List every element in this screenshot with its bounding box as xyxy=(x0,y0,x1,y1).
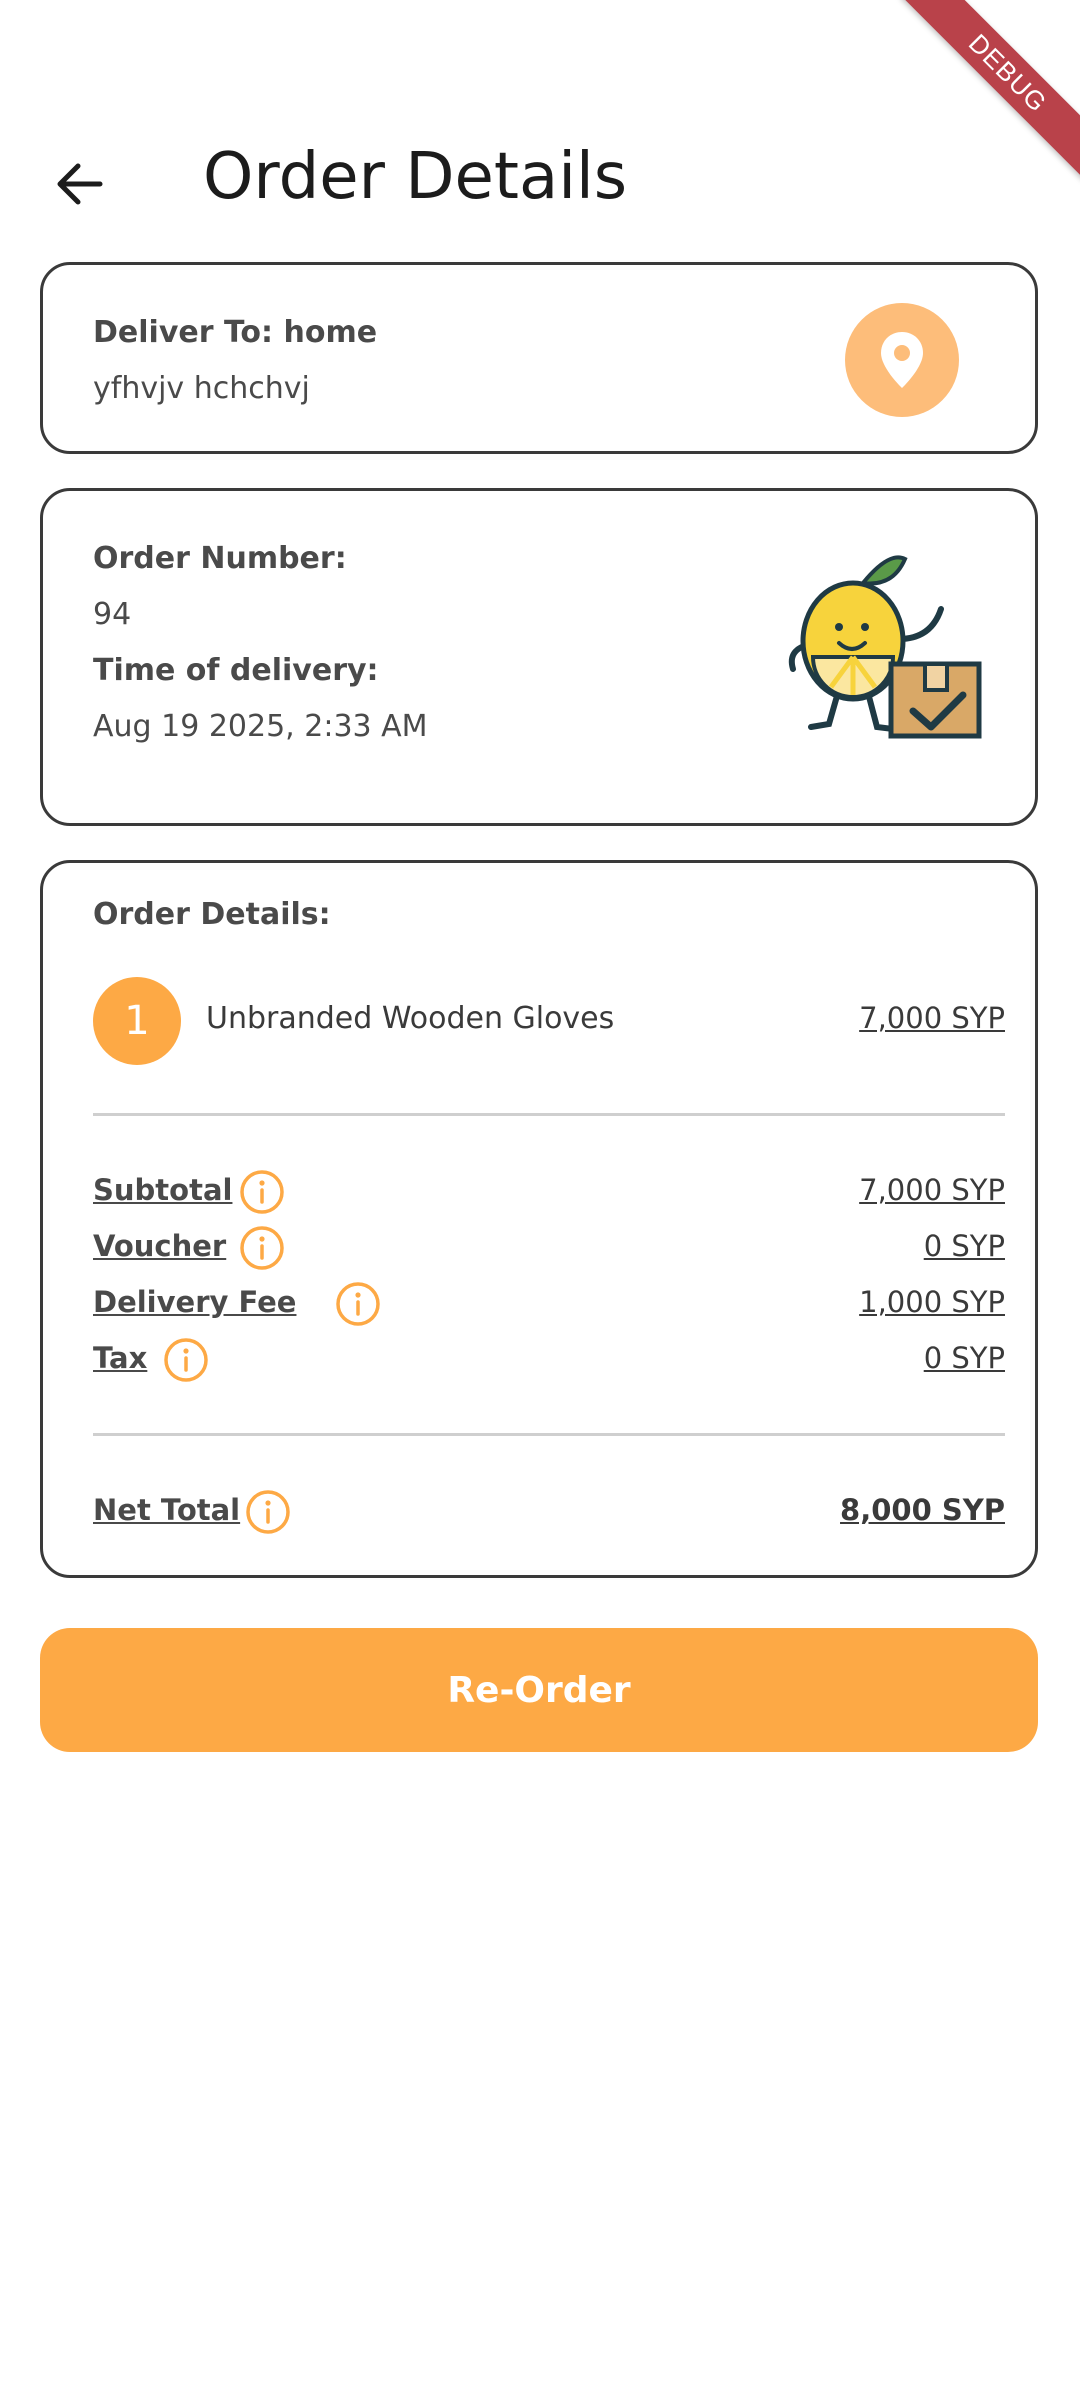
divider xyxy=(93,1113,1005,1116)
back-button[interactable] xyxy=(40,144,120,224)
tax-value: 0 SYP xyxy=(923,1341,1005,1375)
delivery-fee-info-button[interactable] xyxy=(335,1281,381,1327)
net-total-value: 8,000 SYP xyxy=(840,1493,1005,1527)
delivery-fee-value: 1,000 SYP xyxy=(859,1285,1005,1319)
delivery-fee-label: Delivery Fee xyxy=(93,1285,297,1319)
summary-row-tax: Tax 0 SYP xyxy=(93,1337,1005,1385)
page-title: Order Details xyxy=(203,140,628,214)
info-icon xyxy=(164,1338,208,1382)
time-of-delivery-label: Time of delivery: xyxy=(93,653,379,688)
subtotal-info-button[interactable] xyxy=(239,1169,285,1215)
order-item-row: 1 Unbranded Wooden Gloves 7,000 SYP xyxy=(93,977,1005,1067)
voucher-info-button[interactable] xyxy=(239,1225,285,1271)
lemon-mascot-illustration xyxy=(788,555,982,739)
info-icon xyxy=(246,1490,290,1534)
order-details-heading: Order Details: xyxy=(93,897,331,932)
order-info-card: Order Number: 94 Time of delivery: Aug 1… xyxy=(40,488,1038,826)
app-bar: Order Details xyxy=(0,120,1080,246)
tax-label: Tax xyxy=(93,1341,148,1375)
tax-info-button[interactable] xyxy=(163,1337,209,1383)
order-details-card: Order Details: 1 Unbranded Wooden Gloves… xyxy=(40,860,1038,1578)
order-number-value: 94 xyxy=(93,597,132,632)
delivery-card: Deliver To: home yfhvjv hchchvj xyxy=(40,262,1038,454)
divider xyxy=(93,1433,1005,1436)
item-price: 7,000 SYP xyxy=(859,1001,1005,1035)
info-icon xyxy=(240,1170,284,1214)
location-pin-icon xyxy=(881,332,923,388)
subtotal-value: 7,000 SYP xyxy=(859,1173,1005,1207)
delivery-address: yfhvjv hchchvj xyxy=(93,371,310,406)
info-icon xyxy=(240,1226,284,1270)
summary-row-net-total: Net Total 8,000 SYP xyxy=(93,1489,1005,1537)
location-button[interactable] xyxy=(845,303,959,417)
deliver-to-label: Deliver To: home xyxy=(93,315,378,350)
net-total-label: Net Total xyxy=(93,1493,241,1527)
voucher-label: Voucher xyxy=(93,1229,227,1263)
info-icon xyxy=(336,1282,380,1326)
time-of-delivery-value: Aug 19 2025, 2:33 AM xyxy=(93,709,428,744)
summary-row-voucher: Voucher 0 SYP xyxy=(93,1225,1005,1273)
subtotal-label: Subtotal xyxy=(93,1173,233,1207)
reorder-button[interactable]: Re-Order xyxy=(40,1628,1038,1752)
item-quantity-badge: 1 xyxy=(93,977,181,1065)
item-name: Unbranded Wooden Gloves xyxy=(206,1001,615,1036)
summary-row-subtotal: Subtotal 7,000 SYP xyxy=(93,1169,1005,1217)
order-number-label: Order Number: xyxy=(93,541,347,576)
arrow-left-icon xyxy=(57,163,103,205)
voucher-value: 0 SYP xyxy=(923,1229,1005,1263)
net-total-info-button[interactable] xyxy=(245,1489,291,1535)
summary-row-delivery-fee: Delivery Fee 1,000 SYP xyxy=(93,1281,1005,1329)
